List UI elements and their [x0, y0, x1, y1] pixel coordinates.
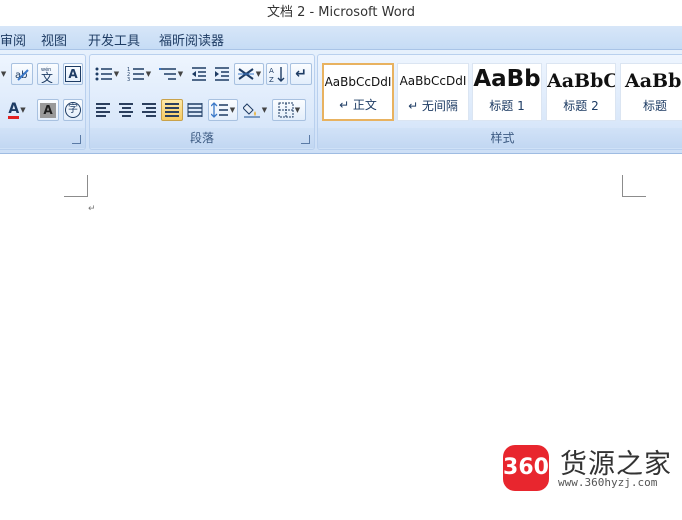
font-dialog-launcher[interactable] [72, 135, 81, 144]
right-crop-mark [622, 175, 646, 197]
watermark-logo: 360 货源之家 www.360hyzj.com [500, 442, 680, 494]
decrease-indent-icon[interactable] [188, 63, 210, 85]
chinese-layout-icon[interactable]: ▼ [234, 63, 264, 85]
svg-text:A: A [269, 67, 274, 75]
style-heading-1[interactable]: AaBb 标题 1 [472, 63, 542, 121]
style-heading-2[interactable]: AaBbC 标题 2 [546, 63, 616, 121]
style-no-spacing[interactable]: AaBbCcDdI ↵ 无间隔 [397, 63, 469, 121]
tab-foxit-reader[interactable]: 福昕阅读器 [159, 30, 224, 49]
multilevel-list-icon[interactable]: ▼ [156, 63, 186, 85]
paragraph-group: ▼ 123 ▼ ▼ ▼ AZ ↵ ▼ ▼ ▼ 段落 [89, 54, 315, 150]
window-title-bar: 文档 2 - Microsoft Word [0, 0, 682, 26]
watermark-url: www.360hyzj.com [558, 476, 658, 489]
window-title: 文档 2 - Microsoft Word [266, 5, 416, 20]
font-color-icon[interactable]: A ▼ [3, 99, 31, 121]
line-spacing-icon[interactable]: ▼ [208, 99, 238, 121]
tab-developer[interactable]: 开发工具 [88, 30, 140, 49]
paragraph-dialog-launcher[interactable] [301, 135, 310, 144]
sort-icon[interactable]: AZ [266, 63, 288, 85]
phonetic-guide-icon[interactable]: wén 文 [37, 63, 59, 85]
style-title[interactable]: AaBbC 标题 [620, 63, 682, 121]
numbering-icon[interactable]: 123 ▼ [124, 63, 154, 85]
borders-icon[interactable]: ▼ [272, 99, 306, 121]
styles-group-label: 样式 [318, 128, 682, 148]
font-dropdown-caret[interactable]: ▼ [0, 63, 7, 85]
paragraph-mark: ↵ [88, 204, 96, 214]
svg-text:Z: Z [269, 76, 274, 83]
tab-view[interactable]: 视图 [41, 30, 67, 49]
character-border-icon[interactable]: A [63, 63, 83, 85]
font-group: ▼ ab wén文 A A ▼ A 字 [0, 54, 86, 150]
show-formatting-marks-icon[interactable]: ↵ [290, 63, 312, 85]
bullets-icon[interactable]: ▼ [92, 63, 122, 85]
styles-group: AaBbCcDdI ↵ 正文 AaBbCcDdI ↵ 无间隔 AaBb 标题 1… [317, 54, 682, 150]
tab-review[interactable]: 审阅 [0, 30, 26, 49]
align-left-icon[interactable] [92, 99, 114, 121]
svg-text:文: 文 [41, 70, 53, 83]
character-shading-icon[interactable]: A [37, 99, 59, 121]
align-right-icon[interactable] [138, 99, 160, 121]
ribbon-tab-bar: 审阅 视图 开发工具 福昕阅读器 [0, 26, 682, 50]
watermark-badge: 360 [503, 445, 549, 491]
left-crop-mark [64, 175, 88, 197]
enclose-characters-icon[interactable]: 字 [63, 99, 83, 121]
justify-icon[interactable] [161, 99, 183, 121]
center-icon[interactable] [115, 99, 137, 121]
increase-indent-icon[interactable] [211, 63, 233, 85]
ribbon: ▼ ab wén文 A A ▼ A 字 ▼ 123 ▼ [0, 50, 682, 154]
shading-icon[interactable]: ▼ [240, 99, 270, 121]
paragraph-group-label: 段落 [90, 128, 314, 148]
svg-text:3: 3 [127, 77, 130, 82]
text-effects-icon[interactable]: ab [11, 63, 33, 85]
distributed-icon[interactable] [184, 99, 206, 121]
style-normal[interactable]: AaBbCcDdI ↵ 正文 [322, 63, 394, 121]
